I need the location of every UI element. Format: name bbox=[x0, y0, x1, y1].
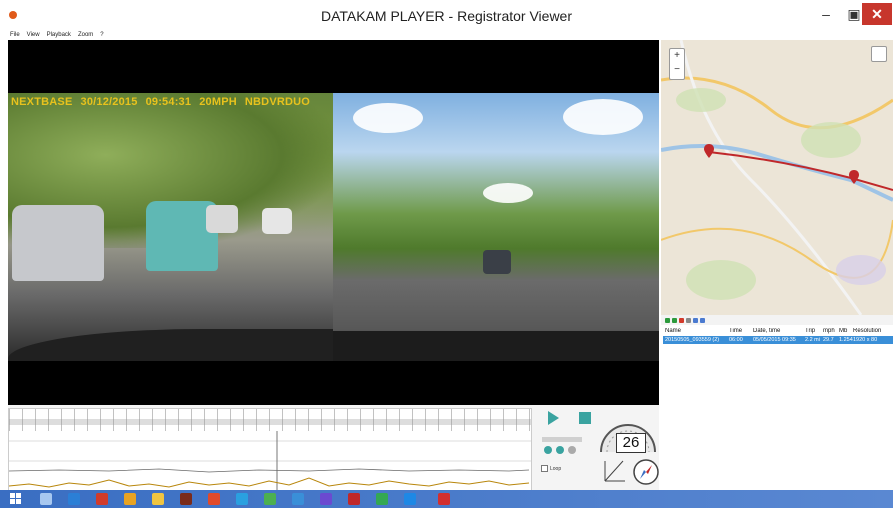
front-camera-view bbox=[8, 93, 333, 361]
dashboard bbox=[333, 331, 659, 361]
cell-resolution: 1920 x 80 bbox=[853, 337, 878, 343]
rear-camera-view bbox=[333, 93, 659, 361]
overlay-brand: NEXTBASE bbox=[11, 96, 73, 108]
column-trip[interactable]: Trip bbox=[805, 328, 823, 334]
video-overlay-text: NEXTBASE 30/12/2015 09:54:31 20MPH NBDVRDUO bbox=[11, 96, 318, 108]
play-icon[interactable] bbox=[548, 411, 559, 425]
dashboard bbox=[8, 329, 333, 361]
overlay-time: 09:54:31 bbox=[145, 96, 192, 108]
menu-zoom[interactable]: Zoom bbox=[78, 32, 93, 38]
menu-file[interactable]: File bbox=[10, 32, 20, 38]
refresh-icon[interactable] bbox=[672, 317, 677, 323]
title-bar: DATAKAM PLAYER - Registrator Viewer – ▣ … bbox=[0, 0, 893, 30]
add-icon[interactable] bbox=[665, 317, 670, 323]
timeline-ruler[interactable] bbox=[9, 409, 531, 431]
cell-datetime: 05/05/2015 09:35 bbox=[753, 337, 796, 343]
cell-mph: 29.7 bbox=[823, 337, 834, 343]
taskbar-app-icon[interactable] bbox=[236, 493, 248, 505]
speed-display: 26 bbox=[616, 433, 646, 453]
taskbar-app-icon[interactable] bbox=[292, 493, 304, 505]
menu-help[interactable]: ? bbox=[100, 32, 103, 38]
overlay-speed: 20MPH bbox=[199, 96, 237, 108]
stop-icon[interactable] bbox=[579, 412, 591, 424]
map-pin-icon[interactable] bbox=[704, 144, 714, 158]
delete-icon[interactable] bbox=[679, 317, 684, 323]
table-row[interactable]: 20150505_093559 (2) 06:00 05/05/2015 09:… bbox=[663, 336, 893, 344]
cell-trip: 2.2 mi bbox=[805, 337, 820, 343]
taskbar-app-icon[interactable] bbox=[96, 493, 108, 505]
car bbox=[483, 250, 511, 274]
zoom-in-button[interactable]: + bbox=[670, 49, 684, 63]
column-mph[interactable]: mph bbox=[823, 328, 839, 334]
overlay-date: 30/12/2015 bbox=[80, 96, 138, 108]
playback-speed-controls[interactable] bbox=[540, 435, 598, 457]
taskbar-app-icon[interactable] bbox=[348, 493, 360, 505]
taskbar-app-icon[interactable] bbox=[264, 493, 276, 505]
compass-icon bbox=[633, 459, 659, 485]
video-player[interactable]: NEXTBASE 30/12/2015 09:54:31 20MPH NBDVRDUO bbox=[8, 40, 659, 405]
overlay-model: NBDVRDUO bbox=[244, 96, 311, 108]
taskbar-app-icon[interactable] bbox=[152, 493, 164, 505]
save-icon[interactable] bbox=[686, 317, 691, 323]
loop-checkbox[interactable]: Loop bbox=[541, 465, 561, 472]
taskbar-app-icon[interactable] bbox=[438, 493, 450, 505]
taskbar-app-icon[interactable] bbox=[376, 493, 388, 505]
gsensor-wave bbox=[9, 431, 531, 494]
column-mb[interactable]: Mb bbox=[839, 328, 853, 334]
column-datetime[interactable]: Date, time bbox=[753, 328, 805, 334]
column-resolution[interactable]: Resolution bbox=[853, 328, 883, 334]
minimize-icon[interactable]: – bbox=[812, 3, 840, 25]
column-name[interactable]: Name bbox=[661, 328, 729, 334]
file-list-header: Name Time Date, time Trip mph Mb Resolut… bbox=[661, 326, 893, 335]
sensor-graph[interactable] bbox=[8, 408, 532, 495]
playback-panel: Loop 26 bbox=[8, 405, 659, 495]
map-view[interactable]: + − bbox=[661, 40, 893, 315]
map-zoom-control[interactable]: + − bbox=[669, 48, 685, 80]
window-title: DATAKAM PLAYER - Registrator Viewer bbox=[320, 8, 573, 24]
menu-playback[interactable]: Playback bbox=[47, 32, 71, 38]
zoom-out-button[interactable]: − bbox=[670, 63, 684, 77]
taskbar-app-icon[interactable] bbox=[124, 493, 136, 505]
windows-start-icon[interactable] bbox=[10, 493, 22, 505]
menu-bar: File View Playback Zoom ? bbox=[0, 30, 670, 40]
taskbar-app-icon[interactable] bbox=[320, 493, 332, 505]
taskbar-app-icon[interactable] bbox=[404, 493, 416, 505]
car bbox=[12, 205, 104, 281]
taskbar bbox=[0, 490, 893, 508]
map-pin-icon[interactable] bbox=[849, 170, 859, 184]
cell-time: 06:00 bbox=[729, 337, 743, 343]
axis-icon bbox=[604, 460, 625, 482]
taskbar-app-icon[interactable] bbox=[208, 493, 220, 505]
car bbox=[262, 208, 292, 234]
list-toolbar bbox=[661, 315, 893, 325]
cell-mb: 1.254 bbox=[839, 337, 853, 343]
export-icon[interactable] bbox=[693, 317, 698, 323]
cell-name: 20150505_093559 (2) bbox=[665, 337, 720, 343]
taskbar-app-icon[interactable] bbox=[40, 493, 52, 505]
taskbar-app-icon[interactable] bbox=[68, 493, 80, 505]
map-layers-button[interactable] bbox=[871, 46, 887, 62]
close-icon[interactable]: ✕ bbox=[862, 3, 892, 25]
taskbar-app-icon[interactable] bbox=[180, 493, 192, 505]
settings-icon[interactable] bbox=[700, 317, 705, 323]
car bbox=[206, 205, 238, 233]
column-time[interactable]: Time bbox=[729, 328, 753, 334]
menu-view[interactable]: View bbox=[27, 32, 40, 38]
